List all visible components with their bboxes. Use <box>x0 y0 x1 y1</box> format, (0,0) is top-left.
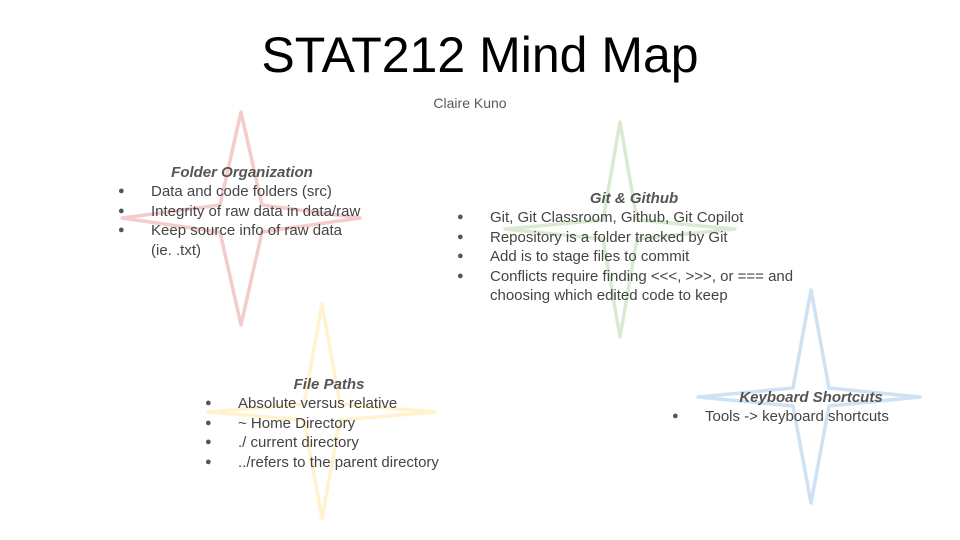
node-list: Data and code folders (src) Integrity of… <box>117 182 387 260</box>
list-item: ../refers to the parent directory <box>204 453 484 473</box>
node-keyboard-shortcuts: Keyboard Shortcuts Tools -> keyboard sho… <box>671 388 931 427</box>
node-file-paths: File Paths Absolute versus relative ~ Ho… <box>204 375 484 472</box>
list-item: Keep source info of raw data (ie. .txt) <box>117 221 361 260</box>
node-git-github: Git & Github Git, Git Classroom, Github,… <box>456 189 836 305</box>
list-item: Repository is a folder tracked by Git <box>456 228 836 248</box>
node-heading: Git & Github <box>589 190 679 207</box>
node-heading: Folder Organization <box>171 164 313 181</box>
node-heading: File Paths <box>293 376 365 393</box>
node-list: Tools -> keyboard shortcuts <box>671 407 931 427</box>
list-item: ~ Home Directory <box>204 414 484 434</box>
list-item: Git, Git Classroom, Github, Git Copilot <box>456 208 836 228</box>
node-folder-organization: Folder Organization Data and code folder… <box>117 163 387 260</box>
node-list: Git, Git Classroom, Github, Git Copilot … <box>456 208 836 305</box>
list-item: ./ current directory <box>204 433 484 453</box>
author-name: Claire Kuno <box>433 95 507 111</box>
list-item: Integrity of raw data in data/raw <box>117 202 387 222</box>
list-item: Data and code folders (src) <box>117 182 387 202</box>
list-item: Tools -> keyboard shortcuts <box>671 407 931 427</box>
list-item: Absolute versus relative <box>204 394 484 414</box>
list-item: Conflicts require finding <<<, >>>, or =… <box>456 267 820 306</box>
node-heading: Keyboard Shortcuts <box>739 389 883 406</box>
node-list: Absolute versus relative ~ Home Director… <box>204 394 484 472</box>
list-item: Add is to stage files to commit <box>456 247 836 267</box>
slide-title: STAT212 Mind Map <box>261 27 699 83</box>
